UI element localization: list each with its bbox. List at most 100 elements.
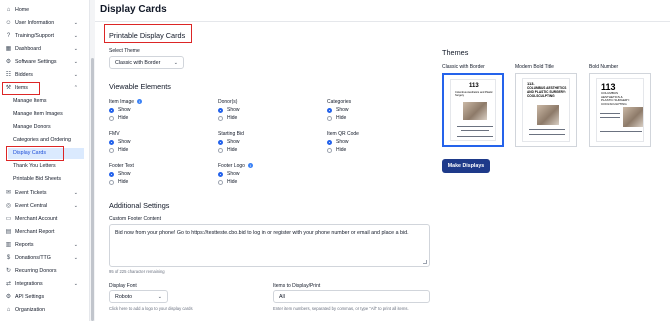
- sidebar-item-home[interactable]: ⌂ Home: [0, 5, 84, 16]
- radio-qr-code-show[interactable]: Show: [327, 139, 349, 145]
- card-icon: ▭: [5, 216, 12, 222]
- radio-donors-hide[interactable]: Hide: [218, 115, 237, 121]
- chevron-up-icon: ⌃: [73, 85, 78, 91]
- sidebar-item-api-settings[interactable]: ⚙ API Settings: [0, 292, 84, 303]
- option-label-footer-logo: Footer Logo i: [218, 163, 253, 169]
- preview-text-line: [529, 134, 565, 135]
- sidebar-item-label: Bidders: [15, 72, 33, 78]
- radio-fmv-show[interactable]: Show: [109, 139, 131, 145]
- sidebar-subitem-thank-you-letters[interactable]: Thank You Letters: [8, 161, 84, 172]
- sidebar-item-label: Software Settings: [15, 59, 57, 65]
- sidebar-item-user-information[interactable]: ☺ User Information ⌄: [0, 18, 84, 29]
- sidebar-item-integrations[interactable]: ⇄ Integrations ⌄: [0, 279, 84, 290]
- make-displays-button[interactable]: Make Displays: [442, 159, 490, 173]
- radio-footer-text-hide[interactable]: Hide: [109, 179, 128, 185]
- preview-text-line: [461, 130, 489, 131]
- home-icon: ⌂: [6, 7, 11, 13]
- theme-card-modern-bold-title[interactable]: 113. COLUMBUS AESTHETICS AND PLASTIC SUR…: [515, 73, 577, 147]
- sidebar-item-label: User Information: [15, 20, 55, 26]
- option-label-footer-text: Footer Text: [109, 163, 134, 169]
- theme-card-bold-number[interactable]: 113 COLUMBUS AESTHETICS & PLASTIC SURGER…: [589, 73, 651, 147]
- sidebar-item-merchant-account[interactable]: ▭ Merchant Account: [0, 214, 84, 225]
- sidebar-item-bidders[interactable]: ☷ Bidders ⌄: [0, 70, 84, 81]
- sidebar-item-event-central[interactable]: ◎ Event Central ⌄: [0, 201, 84, 212]
- sidebar-subitem-manage-donors[interactable]: Manage Donors: [8, 122, 84, 133]
- sidebar-item-training[interactable]: ? Training/Support ⌄: [0, 31, 84, 42]
- section-title-printable: Printable Display Cards: [109, 31, 186, 40]
- radio-fmv-hide[interactable]: Hide: [109, 147, 128, 153]
- user-icon: ☺: [5, 20, 12, 26]
- sidebar-subitem-printable-bid-sheets[interactable]: Printable Bid Sheets: [8, 174, 84, 185]
- sidebar-subitem-manage-item-images[interactable]: Manage Item Images: [8, 109, 84, 120]
- sidebar-item-label: Merchant Account: [15, 216, 58, 222]
- sidebar-item-label: API Settings: [15, 294, 45, 300]
- sidebar-subitem-label: Manage Items: [13, 98, 47, 104]
- option-label-item-image: Item Image i: [109, 99, 143, 105]
- sidebar-item-label: Donations/TTG: [15, 255, 51, 261]
- sidebar-subitem-categories[interactable]: Categories and Ordering: [8, 135, 84, 146]
- option-label-starting-bid: Starting Bid: [218, 131, 244, 137]
- sidebar-item-merchant-report[interactable]: ▤ Merchant Report: [0, 227, 84, 238]
- radio-starting-bid-hide[interactable]: Hide: [218, 147, 237, 153]
- sidebar-item-label: Home: [15, 7, 30, 13]
- sidebar-scrollbar-thumb[interactable]: [91, 58, 94, 321]
- resize-handle-icon[interactable]: [423, 260, 427, 264]
- sidebar-item-reports[interactable]: ▥ Reports ⌄: [0, 240, 84, 251]
- sidebar-subitem-label: Manage Donors: [13, 124, 51, 130]
- help-icon: ?: [6, 33, 11, 39]
- display-font-select[interactable]: Roboto ⌄: [109, 290, 168, 303]
- api-icon: ⚙: [5, 294, 12, 300]
- footer-content-label: Custom Footer Content: [109, 216, 161, 222]
- theme-name-bold-number: Bold Number: [589, 64, 619, 70]
- chevron-down-icon: ⌄: [73, 20, 78, 26]
- sidebar-item-software-settings[interactable]: ⚙ Software Settings ⌄: [0, 57, 84, 68]
- items-display-hint: Enter item numbers, separated by commas,…: [273, 306, 409, 311]
- section-title-viewable: Viewable Elements: [109, 82, 171, 91]
- theme-preview: 113 COLUMBUS AESTHETICS & PLASTIC SURGER…: [596, 78, 644, 142]
- radio-footer-logo-hide[interactable]: Hide: [218, 179, 237, 185]
- sidebar-item-organization[interactable]: ⌂ Organization: [0, 305, 84, 316]
- radio-starting-bid-show[interactable]: Show: [218, 139, 240, 145]
- radio-donors-show[interactable]: Show: [218, 107, 240, 113]
- sidebar-item-dashboard[interactable]: ▦ Dashboard ⌄: [0, 44, 84, 55]
- sidebar-item-label: Organization: [15, 307, 46, 313]
- radio-categories-hide[interactable]: Hide: [327, 115, 346, 121]
- preview-text-line: [529, 129, 565, 130]
- donation-icon: $: [6, 255, 11, 261]
- theme-preview: 113 Columbus Aesthetics and Plastic Surg…: [450, 79, 496, 141]
- radio-footer-text-show[interactable]: Show: [109, 171, 131, 177]
- theme-preview-number: 113: [469, 83, 479, 89]
- chevron-down-icon: ⌄: [73, 190, 78, 196]
- radio-footer-logo-show[interactable]: Show: [218, 171, 240, 177]
- option-label-fmv: FMV: [109, 131, 120, 137]
- sidebar-item-donations[interactable]: $ Donations/TTG ⌄: [0, 253, 84, 264]
- theme-card-classic-with-border[interactable]: 113 Columbus Aesthetics and Plastic Surg…: [442, 73, 504, 147]
- sidebar-subitem-manage-items[interactable]: Manage Items: [8, 96, 84, 107]
- display-font-value: Roboto: [115, 294, 133, 300]
- footer-content-textarea[interactable]: Bid now from your phone! Go to https://t…: [109, 224, 430, 267]
- theme-preview-heading: Columbus Aesthetics and Plastic Surgery: [455, 91, 493, 97]
- radio-categories-show[interactable]: Show: [327, 107, 349, 113]
- logo-hint[interactable]: Click here to add a logo to your display…: [109, 306, 193, 311]
- sidebar-subitem-label: Manage Item Images: [13, 111, 63, 117]
- theme-select[interactable]: Classic with Border ⌄: [109, 56, 184, 69]
- theme-preview-heading: COLUMBUS AESTHETICS AND PLASTIC SURGERY:…: [527, 86, 567, 98]
- chevron-down-icon: ⌄: [73, 242, 78, 248]
- org-icon: ⌂: [6, 307, 11, 313]
- theme-preview: 113. COLUMBUS AESTHETICS AND PLASTIC SUR…: [522, 78, 570, 142]
- chevron-down-icon: ⌄: [157, 294, 162, 300]
- chevron-down-icon: ⌄: [73, 46, 78, 52]
- sidebar-subitem-label: Printable Bid Sheets: [13, 176, 61, 182]
- info-icon: i: [247, 163, 253, 169]
- theme-preview-image: [537, 105, 559, 125]
- radio-item-image-hide[interactable]: Hide: [109, 115, 128, 121]
- items-display-input[interactable]: All: [273, 290, 430, 303]
- divider: [95, 21, 670, 22]
- integration-icon: ⇄: [5, 281, 12, 287]
- radio-qr-code-hide[interactable]: Hide: [327, 147, 346, 153]
- theme-name-modern: Modern Bold Title: [515, 64, 554, 70]
- radio-item-image-show[interactable]: Show: [109, 107, 131, 113]
- sidebar-item-event-tickets[interactable]: ✉ Event Tickets ⌄: [0, 188, 84, 199]
- sidebar-item-recurring-donors[interactable]: ↻ Recurring Donors: [0, 266, 84, 277]
- chevron-down-icon: ⌄: [73, 255, 78, 261]
